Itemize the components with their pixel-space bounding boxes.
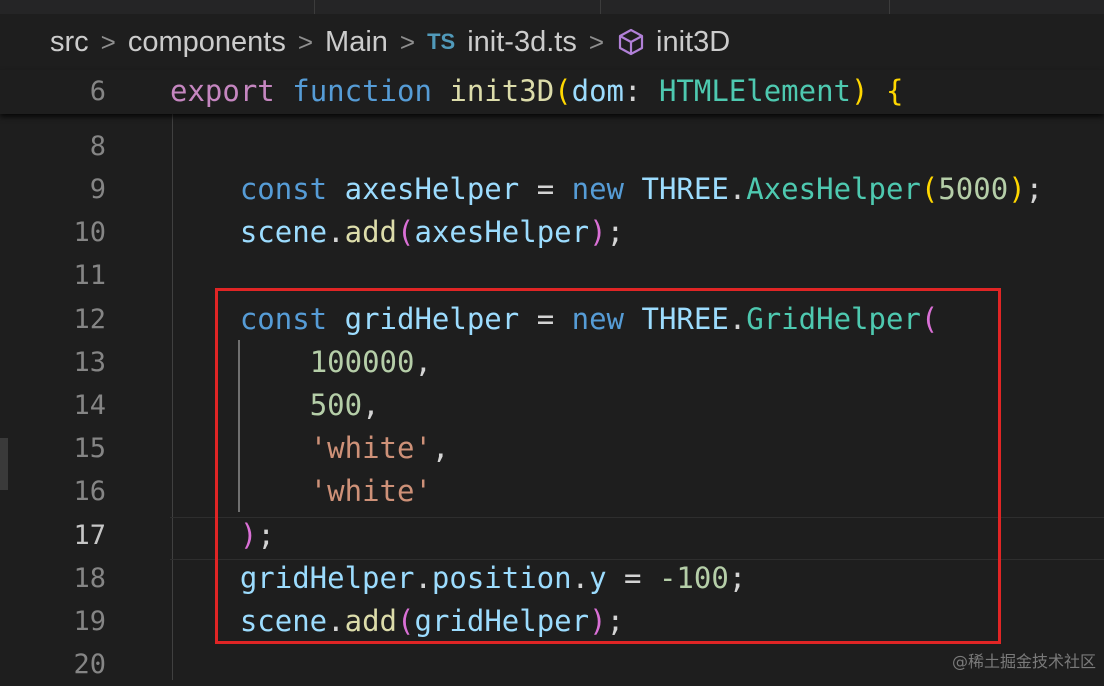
bracket-token: ) [589,215,607,249]
breadcrumb-item-symbol[interactable]: init3D [656,26,730,59]
brace-token: { [885,74,904,108]
variable-token: axesHelper [414,215,590,249]
number-token: 5000 [938,172,1009,206]
code-line-row[interactable]: 9 const axesHelper = new THREE.AxesHelpe… [0,168,1104,211]
breadcrumb: src > components > Main > TS init-3d.ts … [0,14,1104,70]
line-number: 12 [73,304,106,335]
tab-separator [889,0,890,14]
line-number: 18 [73,563,106,594]
bracket-token: ( [554,74,572,108]
punct-token: ; [606,215,625,249]
breadcrumb-item-components[interactable]: components [128,26,286,59]
function-name-token: init3D [449,74,555,108]
bracket-token: ) [851,74,869,108]
bracket-token: ( [920,172,939,206]
line-number: 11 [73,260,106,291]
punct-token: . [327,215,345,249]
line-number: 15 [73,433,106,464]
line-number: 8 [89,131,106,162]
line-number: 16 [73,476,106,507]
punct-token: : [624,74,659,108]
watermark: @稀土掘金技术社区 [951,652,1096,671]
scroll-indicator[interactable] [0,438,8,490]
breadcrumb-item-main[interactable]: Main [325,26,388,59]
code-line-row[interactable]: 10 scene.add(axesHelper); [0,211,1104,254]
punct-token: . [728,172,747,206]
tab-strip [0,0,1104,14]
annotation-highlight-box [215,288,1001,644]
line-number: 14 [73,390,106,421]
keyword-token: function [292,74,432,108]
code-line-row[interactable]: 8 [0,125,1104,168]
namespace-token: THREE [641,172,729,206]
bracket-token: ) [1008,172,1026,206]
chevron-right-icon: > [100,26,116,57]
breadcrumb-item-src[interactable]: src [50,26,89,59]
code-line: scene.add(axesHelper); [170,211,624,254]
line-number: 13 [73,347,106,378]
keyword-token: const [239,172,328,206]
type-token: HTMLElement [658,74,851,108]
keyword-token: new [571,172,625,206]
chevron-right-icon: > [588,26,605,57]
punct-token: ; [1025,172,1044,206]
variable-token: axesHelper [344,172,520,206]
line-number: 6 [89,76,106,107]
operator-token: = [519,172,572,206]
line-number: 19 [73,606,106,637]
line-number: 10 [73,217,106,248]
line-number-active: 17 [73,520,106,551]
sticky-scroll-header[interactable]: 6 export function init3D(dom: HTMLElemen… [0,70,1104,114]
tab-separator [600,0,601,14]
method-token: add [344,215,398,249]
code-line: export function init3D(dom: HTMLElement)… [170,70,903,113]
chevron-right-icon: > [399,26,416,57]
chevron-right-icon: > [297,26,314,57]
bracket-token: ( [397,215,415,249]
symbol-method-cube-icon [618,28,644,56]
param-token: dom [571,74,625,108]
line-number: 9 [89,174,106,205]
tab-separator [314,0,315,14]
class-token: AxesHelper [746,172,921,206]
typescript-file-icon: TS [427,29,456,54]
breadcrumb-item-file[interactable]: init-3d.ts [467,26,577,59]
variable-token: scene [239,215,328,249]
keyword-token: export [170,74,275,108]
code-line: const axesHelper = new THREE.AxesHelper(… [170,168,1043,211]
